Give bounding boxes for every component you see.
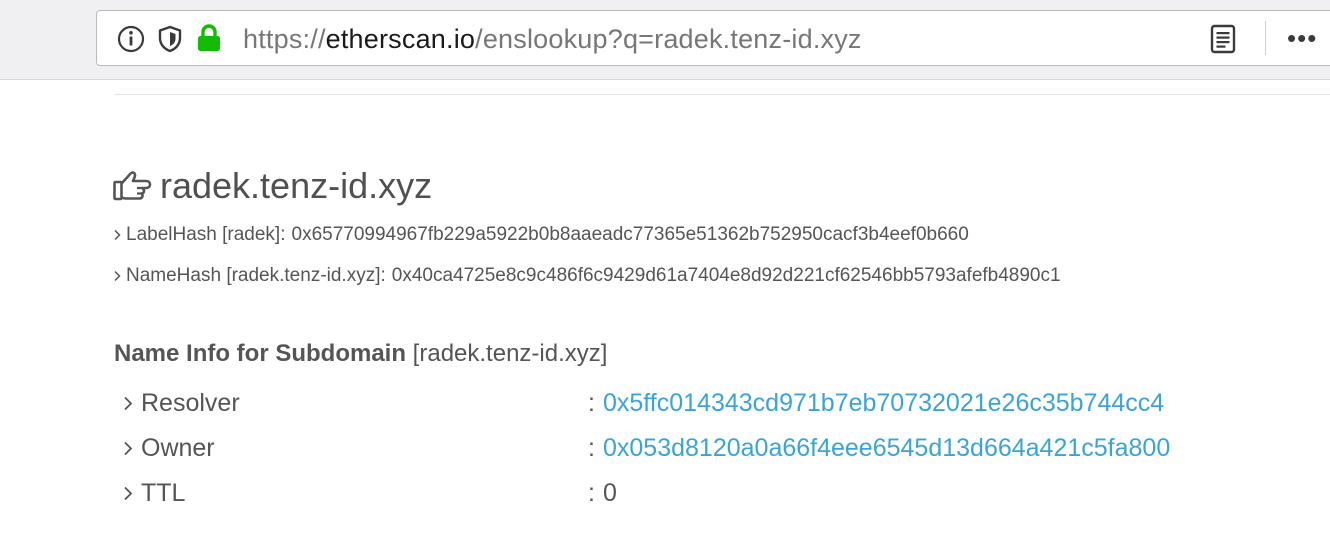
url-bar-divider [1265, 21, 1266, 55]
info-row-label: Owner [141, 434, 215, 462]
section-heading: Name Info for Subdomain [radek.tenz-id.x… [114, 339, 607, 369]
name-hash-value: 0x40ca4725e8c9c486f6c9429d61a7404e8d92d2… [391, 265, 1061, 286]
page-title: radek.tenz-id.xyz [160, 165, 433, 206]
label-hash-row: LabelHash [radek]: 0x65770994967fb229a59… [112, 223, 969, 247]
resolver-address-link[interactable]: 0x5ffc014343cd971b7eb70732021e26c35b744c… [603, 387, 1164, 419]
info-row-colon: : [588, 479, 595, 507]
address-bar[interactable]: https://etherscan.io/enslookup?q=radek.t… [96, 10, 1330, 66]
chevron-right-icon [124, 396, 133, 411]
chevron-right-icon [124, 441, 133, 456]
info-row-resolver: Resolver : 0x5ffc014343cd971b7eb70732021… [122, 387, 1322, 419]
info-row-owner: Owner : 0x053d8120a0a66f4eee6545d13d664a… [122, 432, 1322, 464]
url-scheme: https:// [243, 24, 326, 54]
owner-address-link[interactable]: 0x053d8120a0a66f4eee6545d13d664a421c5fa8… [603, 432, 1170, 464]
label-hash-label: LabelHash [radek]: [126, 224, 286, 245]
chevron-right-icon [114, 270, 121, 282]
section-heading-bold: Name Info for Subdomain [114, 340, 407, 367]
shield-icon[interactable] [157, 25, 183, 53]
chevron-right-icon [114, 229, 121, 241]
url-host: etherscan.io [325, 24, 476, 54]
url-path: /enslookup?q=radek.tenz-id.xyz [475, 24, 862, 54]
chevron-right-icon [124, 486, 133, 501]
ttl-value: 0 [603, 479, 617, 507]
info-icon[interactable] [117, 25, 145, 53]
info-row-label: Resolver [141, 389, 240, 417]
lock-icon[interactable] [196, 23, 222, 53]
url-text[interactable]: https://etherscan.io/enslookup?q=radek.t… [243, 24, 862, 54]
more-actions-icon[interactable]: ••• [1287, 25, 1317, 51]
info-row-colon: : [588, 389, 595, 417]
page-header: radek.tenz-id.xyz [112, 166, 432, 206]
reader-view-icon[interactable] [1210, 24, 1236, 54]
page-divider [114, 94, 1330, 95]
info-row-ttl: TTL : 0 [122, 477, 1322, 509]
label-hash-value: 0x65770994967fb229a5922b0b8aaeadc77365e5… [291, 224, 969, 245]
info-row-colon: : [588, 434, 595, 462]
section-heading-domain: [radek.tenz-id.xyz] [406, 340, 608, 367]
name-hash-row: NameHash [radek.tenz-id.xyz]: 0x40ca4725… [112, 264, 1061, 288]
browser-toolbar: https://etherscan.io/enslookup?q=radek.t… [0, 0, 1330, 80]
info-row-label: TTL [141, 479, 186, 507]
hand-pointing-right-icon [113, 171, 152, 201]
name-hash-label: NameHash [radek.tenz-id.xyz]: [126, 265, 386, 286]
